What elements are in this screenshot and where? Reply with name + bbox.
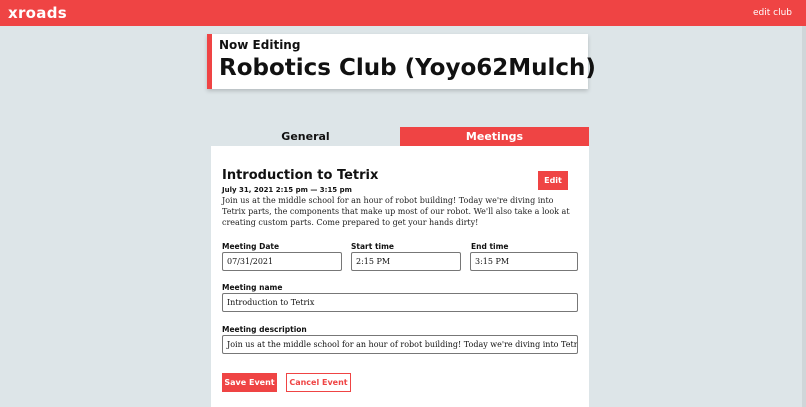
meeting-description: Join us at the middle school for an hour…	[222, 196, 570, 227]
start-time-label: Start time	[351, 242, 395, 251]
meeting-name-field[interactable]: Introduction to Tetrix	[222, 293, 578, 312]
meeting-description-field[interactable]: Join us at the middle school for an hour…	[222, 335, 578, 354]
scrollbar[interactable]	[802, 26, 806, 407]
save-event-button[interactable]: Save Event	[222, 373, 277, 392]
editing-header-card: Now Editing Robotics Club (Yoyo62Mulch)	[207, 34, 596, 89]
meeting-name-label: Meeting name	[222, 283, 283, 292]
edit-meeting-button[interactable]: Edit	[538, 171, 568, 190]
meeting-date-label: Meeting Date	[222, 242, 280, 251]
cancel-event-button[interactable]: Cancel Event	[286, 373, 351, 392]
start-time-field[interactable]: 2:15 PM	[351, 252, 461, 271]
tab-general[interactable]: General	[211, 127, 400, 146]
meetings-panel: Introduction to Tetrix July 31, 2021 2:1…	[211, 146, 589, 407]
meeting-date-field[interactable]: 07/31/2021	[222, 252, 342, 271]
meeting-datetime: July 31, 2021 2:15 pm — 3:15 pm	[222, 186, 352, 194]
top-navbar: xroads edit club	[0, 0, 806, 26]
now-editing-label: Now Editing	[219, 38, 301, 52]
brand-logo[interactable]: xroads	[8, 4, 67, 22]
meeting-title: Introduction to Tetrix	[222, 168, 379, 183]
end-time-field[interactable]: 3:15 PM	[470, 252, 578, 271]
club-name-title: Robotics Club (Yoyo62Mulch)	[219, 55, 596, 81]
edit-club-link[interactable]: edit club	[753, 8, 792, 18]
tab-meetings[interactable]: Meetings	[400, 127, 589, 146]
meeting-description-label: Meeting description	[222, 325, 307, 334]
end-time-label: End time	[471, 242, 509, 251]
